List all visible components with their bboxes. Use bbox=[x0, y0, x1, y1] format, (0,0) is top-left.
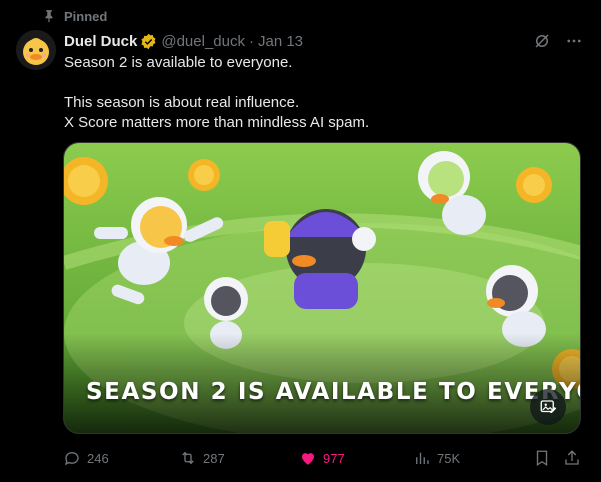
share-icon bbox=[565, 450, 579, 465]
views-count: 75K bbox=[437, 450, 461, 466]
bookmark-icon bbox=[536, 450, 548, 467]
author-name[interactable]: Duel Duck bbox=[64, 33, 137, 50]
reply-button[interactable]: 246 bbox=[63, 448, 109, 468]
like-button[interactable]: 977 bbox=[299, 448, 345, 468]
reply-count: 246 bbox=[87, 450, 109, 466]
post-line: X Score matters more than mindless AI sp… bbox=[64, 114, 370, 131]
repost-icon bbox=[182, 451, 194, 465]
repost-button[interactable]: 287 bbox=[179, 448, 225, 468]
author-handle[interactable]: @duel_duck bbox=[161, 33, 245, 50]
post-date[interactable]: Jan 13 bbox=[258, 33, 303, 50]
bookmark-button[interactable] bbox=[533, 448, 551, 468]
image-edit-icon bbox=[540, 400, 557, 413]
post-header: Duel Duck @duel_duck · Jan 13 bbox=[64, 31, 583, 51]
heart-icon bbox=[302, 453, 314, 465]
post-line: This season is about real influence. bbox=[64, 94, 300, 111]
separator-dot: · bbox=[248, 32, 254, 50]
like-count: 977 bbox=[323, 450, 345, 466]
post-text: Season 2 is available to everyone. This … bbox=[64, 53, 584, 133]
post-media[interactable]: SEASON 2 IS AVAILABLE TO EVERYONE bbox=[63, 142, 581, 434]
reply-icon bbox=[64, 452, 79, 466]
grok-icon[interactable] bbox=[533, 32, 551, 50]
post-line: Season 2 is available to everyone. bbox=[64, 54, 293, 71]
image-edit-button[interactable] bbox=[530, 389, 566, 425]
pinned-label: Pinned bbox=[64, 8, 108, 24]
avatar[interactable] bbox=[16, 30, 56, 70]
share-button[interactable] bbox=[563, 448, 581, 468]
views-button[interactable]: 75K bbox=[413, 448, 460, 468]
pinned-indicator: Pinned bbox=[42, 8, 107, 24]
repost-count: 287 bbox=[203, 450, 225, 466]
more-options-icon[interactable] bbox=[565, 32, 583, 50]
duck-avatar-icon bbox=[16, 30, 56, 70]
pin-icon bbox=[45, 10, 53, 23]
views-icon bbox=[416, 452, 429, 464]
media-caption: SEASON 2 IS AVAILABLE TO EVERYONE bbox=[86, 379, 581, 405]
verified-badge-icon bbox=[141, 33, 156, 49]
post-actions: 246 287 977 75K bbox=[63, 448, 583, 468]
